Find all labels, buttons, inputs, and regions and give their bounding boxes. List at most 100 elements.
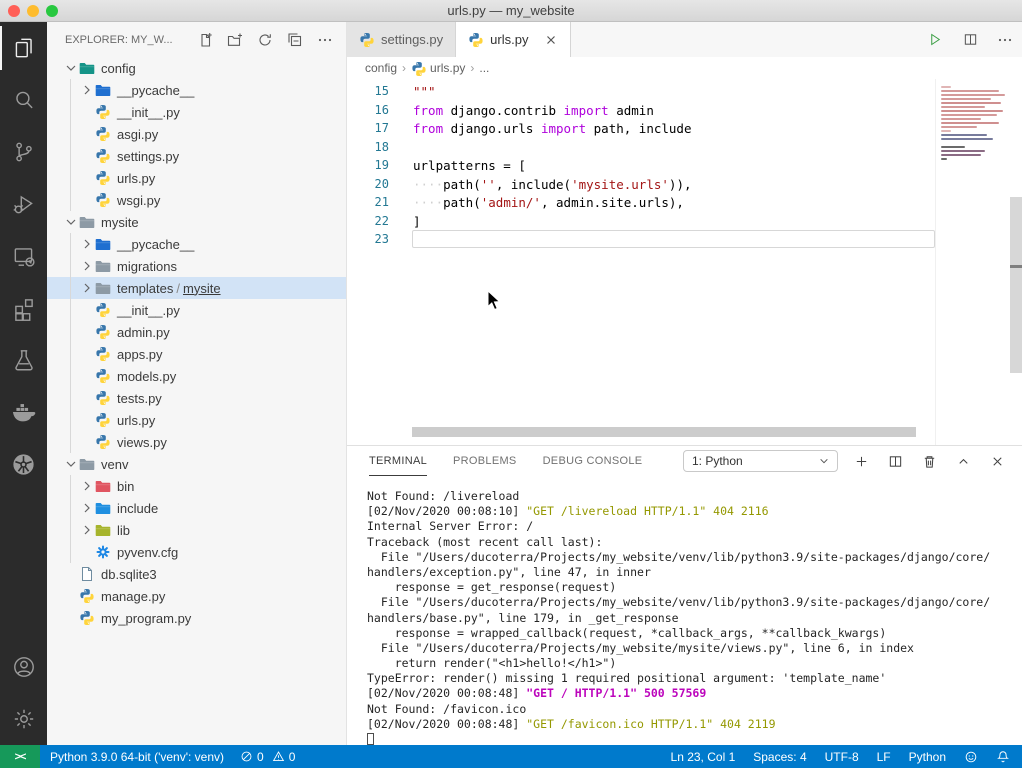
terminal-output[interactable]: Not Found: /livereload[02/Nov/2020 00:08… — [367, 489, 1016, 747]
more-actions-icon[interactable] — [316, 31, 334, 49]
chevron-right-icon[interactable] — [79, 522, 95, 538]
activity-remote-explorer-icon[interactable] — [0, 230, 47, 282]
folder-icon — [95, 522, 111, 538]
tree-item-settings-py[interactable]: settings.py — [47, 145, 346, 167]
close-tab-icon[interactable] — [544, 33, 558, 47]
tree-item-pyvenv-cfg[interactable]: pyvenv.cfg — [47, 541, 346, 563]
split-editor-icon[interactable] — [961, 31, 979, 49]
maximize-panel-icon[interactable] — [954, 452, 972, 470]
encoding-status[interactable]: UTF-8 — [825, 750, 859, 764]
feedback-icon[interactable] — [964, 750, 978, 764]
activity-docker-icon[interactable] — [0, 386, 47, 438]
code-line-23: 23 — [347, 230, 935, 249]
tree-item-models-py[interactable]: models.py — [47, 365, 346, 387]
notifications-bell-icon[interactable] — [996, 750, 1010, 764]
tree-item--init-py[interactable]: __init__.py — [47, 299, 346, 321]
tab-debug-console[interactable]: DEBUG CONSOLE — [543, 446, 643, 476]
activity-explorer-icon[interactable] — [0, 22, 47, 74]
breadcrumb-item-symbol[interactable]: ... — [479, 61, 489, 75]
tree-item-my-program-py[interactable]: my_program.py — [47, 607, 346, 629]
new-folder-icon[interactable] — [226, 31, 244, 49]
code-editor[interactable]: 15"""16from django.contrib import admin1… — [347, 79, 1022, 445]
tree-item--init-py[interactable]: __init__.py — [47, 101, 346, 123]
chevron-right-icon[interactable] — [79, 478, 95, 494]
tree-item-migrations[interactable]: migrations — [47, 255, 346, 277]
split-terminal-icon[interactable] — [886, 452, 904, 470]
chevron-down-icon[interactable] — [63, 214, 79, 230]
code-line-18: 18 — [347, 138, 935, 157]
minimize-window-button[interactable] — [27, 5, 39, 17]
activity-testing-icon[interactable] — [0, 334, 47, 386]
horizontal-scrollbar[interactable] — [412, 427, 916, 437]
kill-terminal-icon[interactable] — [920, 452, 938, 470]
tree-item-manage-py[interactable]: manage.py — [47, 585, 346, 607]
activity-source-control-icon[interactable] — [0, 126, 47, 178]
tab-terminal[interactable]: TERMINAL — [369, 446, 427, 476]
more-editor-actions-icon[interactable] — [996, 31, 1014, 49]
tree-item--pycache-[interactable]: __pycache__ — [47, 79, 346, 101]
tree-item-apps-py[interactable]: apps.py — [47, 343, 346, 365]
code-line-19: 19urlpatterns = [ — [347, 156, 935, 175]
chevron-right-icon[interactable] — [79, 82, 95, 98]
breadcrumb-item-config[interactable]: config — [365, 61, 397, 75]
chevron-right-icon[interactable] — [79, 236, 95, 252]
terminal-line: Not Found: /livereload — [367, 489, 1016, 504]
activity-manage-icon[interactable] — [0, 693, 47, 745]
tree-item-wsgi-py[interactable]: wsgi.py — [47, 189, 346, 211]
breadcrumb-item-file[interactable]: urls.py — [430, 61, 465, 75]
close-window-button[interactable] — [8, 5, 20, 17]
tab-problems[interactable]: PROBLEMS — [453, 446, 517, 476]
tree-item-mysite[interactable]: mysite — [47, 211, 346, 233]
cursor-position-status[interactable]: Ln 23, Col 1 — [671, 750, 736, 764]
explorer-sidebar: EXPLORER: MY_W... config__pycache____ini… — [47, 22, 347, 745]
tree-item-lib[interactable]: lib — [47, 519, 346, 541]
language-mode-status[interactable]: Python — [909, 750, 946, 764]
tree-item-tests-py[interactable]: tests.py — [47, 387, 346, 409]
python-icon — [95, 126, 111, 142]
tree-item-admin-py[interactable]: admin.py — [47, 321, 346, 343]
activity-accounts-icon[interactable] — [0, 641, 47, 693]
activity-run-and-debug-icon[interactable] — [0, 178, 47, 230]
tree-item-bin[interactable]: bin — [47, 475, 346, 497]
tab-urls-py[interactable]: urls.py — [456, 22, 571, 57]
tree-item-urls-py[interactable]: urls.py — [47, 409, 346, 431]
tree-item-asgi-py[interactable]: asgi.py — [47, 123, 346, 145]
zoom-window-button[interactable] — [46, 5, 58, 17]
chevron-down-icon[interactable] — [63, 60, 79, 76]
activity-search-icon[interactable] — [0, 74, 47, 126]
problems-status[interactable]: 0 0 — [240, 750, 295, 764]
remote-indicator[interactable]: >< — [0, 745, 40, 768]
run-python-file-icon[interactable] — [926, 31, 944, 49]
activity-kubernetes-icon[interactable] — [0, 438, 47, 490]
tree-item-venv[interactable]: venv — [47, 453, 346, 475]
chevron-right-icon[interactable] — [79, 280, 95, 296]
tree-item-config[interactable]: config — [47, 57, 346, 79]
tree-item--pycache-[interactable]: __pycache__ — [47, 233, 346, 255]
vertical-scrollbar[interactable] — [1010, 197, 1022, 373]
warning-icon — [272, 750, 285, 763]
python-interpreter-status[interactable]: Python 3.9.0 64-bit ('venv': venv) — [50, 750, 224, 764]
refresh-explorer-icon[interactable] — [256, 31, 274, 49]
python-icon — [95, 192, 111, 208]
minimap[interactable] — [935, 79, 1010, 445]
tree-item-label: __init__.py — [117, 303, 180, 318]
line-number: 18 — [347, 140, 389, 154]
new-file-icon[interactable] — [196, 31, 214, 49]
close-panel-icon[interactable] — [988, 452, 1006, 470]
tree-item-templates[interactable]: templates/mysite — [47, 277, 346, 299]
chevron-right-icon[interactable] — [79, 500, 95, 516]
tree-item-urls-py[interactable]: urls.py — [47, 167, 346, 189]
eol-status[interactable]: LF — [877, 750, 891, 764]
tree-item-label: templates — [117, 281, 173, 296]
chevron-down-icon[interactable] — [63, 456, 79, 472]
indentation-status[interactable]: Spaces: 4 — [753, 750, 806, 764]
chevron-right-icon[interactable] — [79, 258, 95, 274]
activity-extensions-icon[interactable] — [0, 282, 47, 334]
tree-item-db-sqlite3[interactable]: db.sqlite3 — [47, 563, 346, 585]
tab-settings-py[interactable]: settings.py — [347, 22, 456, 57]
collapse-folders-icon[interactable] — [286, 31, 304, 49]
new-terminal-icon[interactable] — [852, 452, 870, 470]
terminal-select[interactable]: 1: Python — [683, 450, 838, 472]
tree-item-views-py[interactable]: views.py — [47, 431, 346, 453]
tree-item-include[interactable]: include — [47, 497, 346, 519]
